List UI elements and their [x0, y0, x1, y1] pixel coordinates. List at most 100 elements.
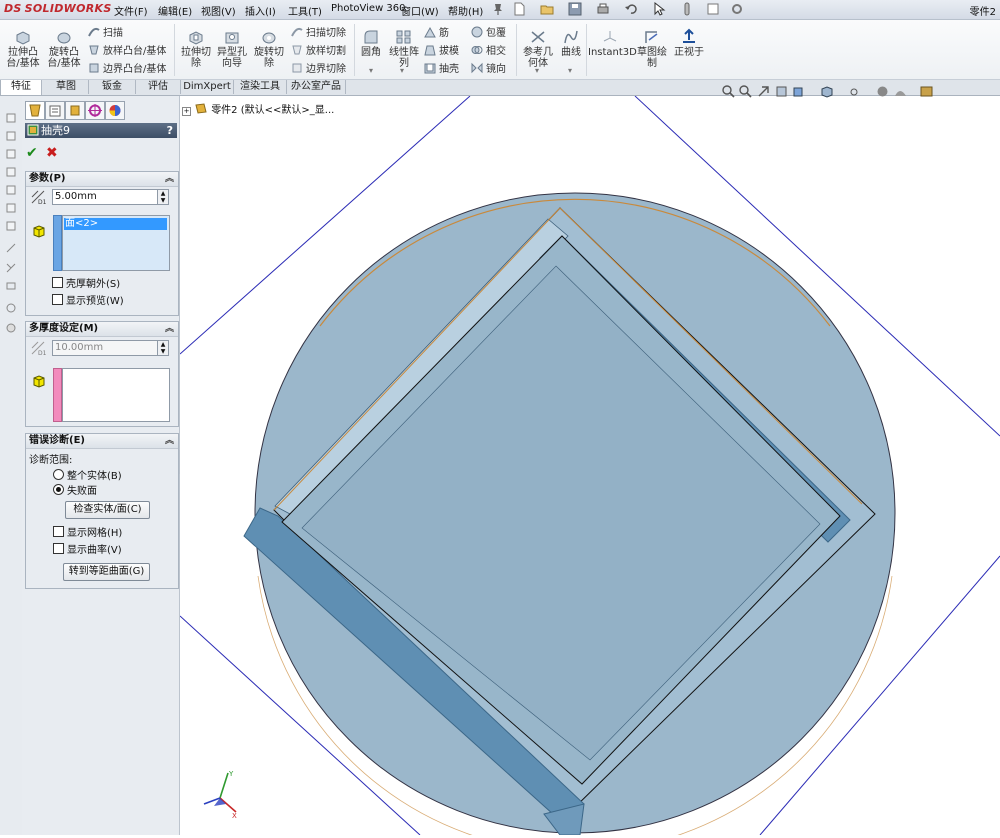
tab-sketch[interactable]: 草图	[44, 80, 89, 94]
help-button[interactable]: ?	[167, 123, 173, 138]
ok-button[interactable]: ✔	[26, 145, 38, 161]
open-folder-icon[interactable]	[540, 2, 554, 16]
hide-show-items-icon[interactable]	[848, 85, 861, 98]
pin-icon[interactable]	[491, 2, 505, 16]
error-diagnosis-group-header[interactable]: 错误诊断(E) ︽	[26, 434, 178, 449]
relations-icon[interactable]	[5, 280, 17, 292]
face-list-item[interactable]: 面<2>	[64, 218, 167, 230]
curves-button[interactable]: 曲线	[558, 28, 584, 58]
faces-listbox[interactable]: 面<2>	[62, 215, 170, 271]
view-settings-icon[interactable]	[920, 85, 933, 98]
multi-thickness-faces-listbox[interactable]	[62, 368, 170, 422]
go-to-offset-surface-button[interactable]: 转到等距曲面(G)	[63, 563, 150, 581]
cube-view-icon[interactable]	[5, 148, 17, 160]
rebuild-icon[interactable]	[680, 2, 694, 16]
tab-office-products[interactable]: 办公室产品	[287, 80, 346, 94]
menu-view[interactable]: 视图(V)	[201, 3, 236, 18]
instant-sketch-icon[interactable]	[5, 302, 17, 314]
tab-dimxpert[interactable]: DimXpert	[181, 80, 234, 94]
shell-button[interactable]: 抽壳	[424, 62, 459, 76]
thickness-input[interactable]: 5.00mm	[52, 189, 158, 205]
radio-dot-selected[interactable]	[53, 484, 64, 495]
draft-button[interactable]: 拔模	[424, 44, 459, 58]
extrude-boss-button[interactable]: 拉伸凸 台/基体	[5, 28, 41, 69]
sketch-drawing-button[interactable]: 草图绘 制	[635, 28, 669, 69]
show-preview-checkbox[interactable]: 显示预览(W)	[52, 294, 124, 308]
checkbox-box[interactable]	[52, 294, 63, 305]
checkbox-box[interactable]	[53, 526, 64, 537]
multi-thickness-spinner[interactable]: ▲ ▼	[157, 340, 169, 356]
boundary-cut-button[interactable]: 边界切除	[291, 62, 346, 76]
tab-render-tools[interactable]: 渲染工具	[234, 80, 287, 94]
parameters-group-header[interactable]: 参数(P) ︽	[26, 172, 178, 187]
menu-insert[interactable]: 插入(I)	[245, 3, 276, 18]
zoom-to-fit-icon[interactable]	[722, 85, 735, 98]
entire-body-radio[interactable]: 整个实体(B)	[53, 469, 122, 483]
expand-icon[interactable]: +	[182, 107, 191, 116]
shell-outward-checkbox[interactable]: 壳厚朝外(S)	[52, 277, 120, 291]
menu-edit[interactable]: 编辑(E)	[158, 3, 192, 18]
graphics-area[interactable]	[179, 95, 1000, 838]
menu-photoview[interactable]: PhotoView 360	[331, 3, 406, 14]
display-manager-tab[interactable]	[105, 101, 125, 120]
configuration-manager-tab[interactable]	[65, 101, 85, 120]
show-curvature-checkbox[interactable]: 显示曲率(V)	[53, 543, 122, 557]
cube-view-icon[interactable]	[5, 220, 17, 232]
tab-sheet-metal[interactable]: 钣金	[89, 80, 136, 94]
fillet-button[interactable]: 圆角	[358, 28, 384, 58]
thickness-spinner[interactable]: ▲ ▼	[157, 189, 169, 205]
cube-view-icon[interactable]	[5, 166, 17, 178]
sweep-button[interactable]: 扫描	[88, 26, 123, 40]
mirror-button[interactable]: 镜向	[471, 62, 506, 76]
curves-dropdown-icon[interactable]: ▾	[568, 66, 572, 75]
previous-view-icon[interactable]	[757, 85, 770, 98]
lofted-cut-button[interactable]: 放样切割	[291, 44, 346, 58]
save-icon[interactable]	[568, 2, 582, 16]
menu-help[interactable]: 帮助(H)	[448, 3, 483, 18]
feature-manager-tab[interactable]	[25, 101, 45, 120]
failed-face-radio[interactable]: 失败面	[53, 484, 97, 498]
cube-view-icon[interactable]	[5, 130, 17, 142]
linear-pattern-button[interactable]: 线性阵 列	[387, 28, 421, 69]
revolve-cut-button[interactable]: 旋转切 除	[251, 28, 287, 69]
swept-cut-button[interactable]: 扫描切除	[291, 26, 346, 40]
cube-view-icon[interactable]	[5, 202, 17, 214]
loft-boss-button[interactable]: 放样凸台/基体	[88, 44, 166, 58]
print-icon[interactable]	[596, 2, 610, 16]
pattern-dropdown-icon[interactable]: ▾	[400, 66, 404, 75]
rib-button[interactable]: 筋	[424, 26, 449, 40]
tab-features[interactable]: 特征	[0, 80, 42, 95]
dimxpert-manager-tab[interactable]	[85, 101, 105, 120]
sketch-line-icon[interactable]	[5, 242, 17, 254]
fillet-dropdown-icon[interactable]: ▾	[369, 66, 373, 75]
rapid-sketch-icon[interactable]	[5, 322, 17, 334]
wrap-button[interactable]: 包覆	[471, 26, 506, 40]
checkbox-box[interactable]	[53, 543, 64, 554]
tab-evaluate[interactable]: 评估	[136, 80, 181, 94]
intersect-button[interactable]: 相交	[471, 44, 506, 58]
collapse-icon[interactable]: ︽	[165, 322, 174, 336]
apply-scene-icon[interactable]	[894, 85, 907, 98]
reference-geometry-button[interactable]: 参考几 何体	[520, 28, 556, 69]
property-manager-tab[interactable]	[45, 101, 65, 120]
checkbox-box[interactable]	[52, 277, 63, 288]
undo-icon[interactable]	[624, 2, 638, 16]
edit-appearance-icon[interactable]	[876, 85, 889, 98]
model-viewport[interactable]	[179, 95, 1000, 838]
cancel-button[interactable]: ✖	[46, 145, 58, 161]
instant3d-button[interactable]: Instant3D	[588, 28, 637, 58]
revolve-boss-button[interactable]: 旋转凸 台/基体	[44, 28, 84, 69]
cube-view-icon[interactable]	[5, 184, 17, 196]
select-cursor-icon[interactable]	[652, 2, 666, 16]
feature-tree-root[interactable]: + 零件2 (默认<<默认>_显...	[182, 101, 334, 116]
menu-tools[interactable]: 工具(T)	[288, 3, 322, 18]
hole-wizard-button[interactable]: 异型孔 向导	[215, 28, 249, 69]
menu-window[interactable]: 窗口(W)	[401, 3, 439, 18]
new-document-icon[interactable]	[512, 2, 526, 16]
menu-file[interactable]: 文件(F)	[114, 3, 148, 18]
options-icon[interactable]	[730, 2, 744, 16]
normal-to-button[interactable]: 正视于	[672, 28, 706, 58]
zoom-to-area-icon[interactable]	[739, 85, 752, 98]
view-orientation-icon[interactable]	[792, 85, 805, 98]
multi-thickness-group-header[interactable]: 多厚度设定(M) ︽	[26, 322, 178, 337]
